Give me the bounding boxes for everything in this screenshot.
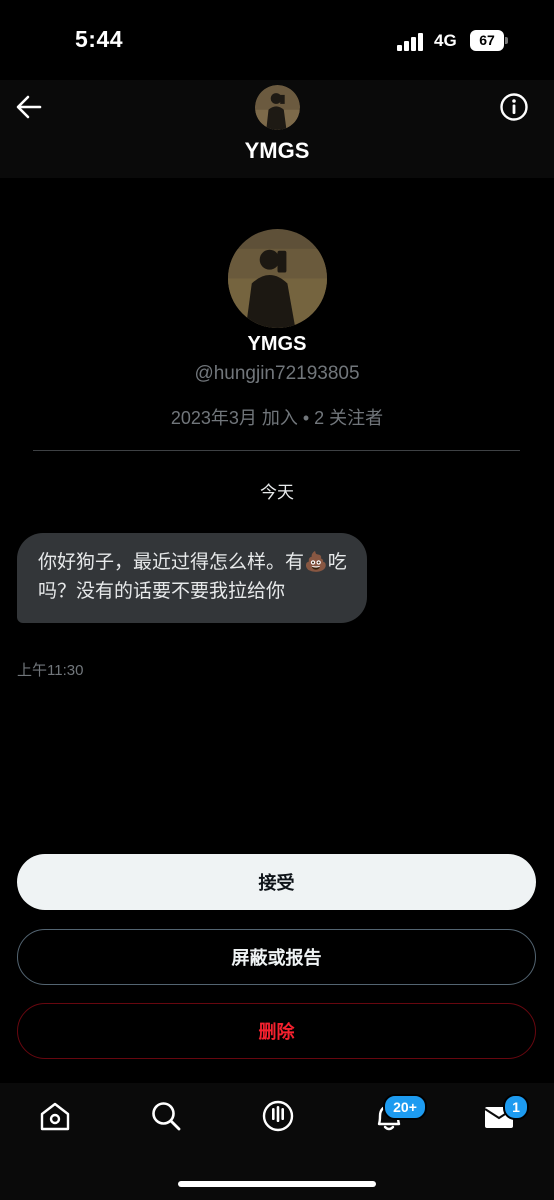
home-icon[interactable] [38,1099,72,1133]
day-separator: 今天 [260,483,294,502]
messages-badge: 1 [503,1094,529,1120]
arrow-left-icon[interactable] [14,92,44,122]
profile-avatar[interactable] [228,229,327,328]
search-icon[interactable] [149,1099,183,1133]
divider [33,450,520,451]
battery-icon: 67 [470,30,504,51]
header-title: YMGS [244,138,310,163]
poop-emoji: 💩 [304,552,328,573]
notifications-badge: 20+ [383,1094,427,1120]
avatar-image [228,229,327,328]
block-or-report-button[interactable]: 屏蔽或报告 [17,929,536,985]
conversation-header: YMGS [0,80,554,178]
spaces-icon[interactable] [261,1099,295,1133]
status-bar: 5:44 4G 67 [0,0,554,80]
signal-icon [397,33,427,51]
message-text-part1: 你好狗子，最近过得怎么样。有 [38,552,305,573]
header-avatar[interactable] [255,85,300,130]
profile-handle[interactable]: @hungjin72193805 [0,363,554,385]
network-type: 4G [434,31,457,50]
accept-button[interactable]: 接受 [17,854,536,910]
delete-button[interactable]: 删除 [17,1003,536,1059]
message-timestamp: 上午11:30 [17,662,84,679]
info-circle-icon[interactable] [499,92,529,122]
profile-meta: 2023年3月 加入 • 2 关注者 [170,408,384,428]
message-bubble[interactable]: 你好狗子，最近过得怎么样。有💩吃吗？没有的话要不要我拉给你 [17,533,367,623]
home-indicator [178,1181,376,1187]
status-time: 5:44 [75,26,124,52]
profile-name: YMGS [247,333,307,355]
battery-nub [505,37,508,44]
